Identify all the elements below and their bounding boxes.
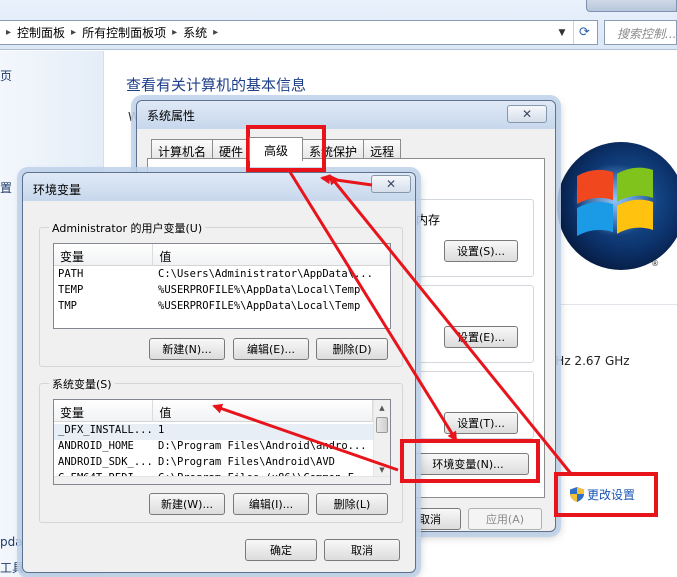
left-pane-item[interactable]: 置 bbox=[0, 179, 12, 196]
environment-variables-button[interactable]: 环境变量(N)... bbox=[407, 453, 529, 475]
left-pane-item[interactable]: 页 bbox=[0, 67, 12, 84]
variable-name: TEMP bbox=[58, 284, 84, 296]
envvars-cancel-button[interactable]: 取消 bbox=[324, 539, 400, 561]
variable-value: C:\Users\Administrator\AppData\... bbox=[158, 268, 373, 280]
breadcrumb-control-panel[interactable]: 控制面板 bbox=[13, 24, 69, 41]
cpu-speed-text: GHz 2.67 GHz bbox=[546, 354, 630, 368]
left-pane-item[interactable]: 工具 bbox=[0, 559, 24, 576]
dialog-title: 环境变量 bbox=[33, 183, 82, 197]
startup-settings-button[interactable]: 设置(T)... bbox=[444, 412, 518, 434]
variable-name: PATH bbox=[58, 268, 84, 280]
user-edit-button[interactable]: 编辑(E)... bbox=[233, 338, 309, 360]
table-row[interactable]: _DFX_INSTALL... 1 bbox=[54, 424, 375, 440]
dialog-title-bar[interactable] bbox=[23, 173, 415, 201]
variable-value: D:\Program Files\Android\andro... bbox=[158, 440, 367, 452]
tab-computer-name[interactable]: 计算机名 bbox=[151, 139, 214, 160]
apply-button[interactable]: 应用(A) bbox=[468, 508, 542, 530]
table-row[interactable]: PATH C:\Users\Administrator\AppData\... bbox=[54, 268, 386, 284]
user-variables-legend: Administrator 的用户变量(U) bbox=[49, 220, 206, 236]
breadcrumb-all-items[interactable]: 所有控制面板项 bbox=[78, 24, 170, 41]
breadcrumb-arrow-icon[interactable]: ▸ bbox=[4, 27, 13, 38]
divider bbox=[546, 304, 677, 305]
horizontal-scrollbar[interactable] bbox=[54, 476, 390, 484]
tab-strip: 计算机名 硬件 高级 系统保护 远程 bbox=[151, 137, 402, 161]
environment-variables-dialog: 环境变量 ✕ Administrator 的用户变量(U) 变量 值 PATH … bbox=[22, 172, 416, 573]
table-row[interactable]: TEMP %USERPROFILE%\AppData\Local\Temp bbox=[54, 284, 386, 300]
system-new-button[interactable]: 新建(W)... bbox=[149, 493, 225, 515]
svg-text:®: ® bbox=[651, 259, 659, 268]
scroll-thumb[interactable] bbox=[376, 417, 388, 433]
change-settings-label: 更改设置 bbox=[587, 488, 636, 502]
system-variables-list[interactable]: 变量 值 _DFX_INSTALL... 1 ANDROID_HOME D:\P… bbox=[53, 399, 391, 485]
performance-settings-button[interactable]: 设置(S)... bbox=[444, 240, 518, 262]
vertical-scrollbar[interactable]: ▲ ▼ bbox=[373, 400, 390, 478]
close-icon[interactable]: ✕ bbox=[371, 175, 411, 193]
system-variables-legend: 系统变量(S) bbox=[49, 376, 115, 392]
list-header: 变量 值 bbox=[54, 400, 373, 422]
table-row[interactable]: ANDROID_SDK_... D:\Program Files\Android… bbox=[54, 456, 375, 472]
column-header-value[interactable]: 值 bbox=[153, 244, 390, 266]
table-row[interactable]: ANDROID_HOME D:\Program Files\Android\an… bbox=[54, 440, 375, 456]
table-row[interactable]: TMP %USERPROFILE%\AppData\Local\Temp bbox=[54, 300, 386, 316]
column-header-variable[interactable]: 变量 bbox=[54, 244, 154, 266]
user-variables-list[interactable]: 变量 值 PATH C:\Users\Administrator\AppData… bbox=[53, 243, 391, 329]
variable-name: ANDROID_HOME bbox=[58, 440, 134, 452]
dialog-title: 系统属性 bbox=[147, 109, 196, 123]
user-delete-button[interactable]: 删除(D) bbox=[316, 338, 388, 360]
address-bar-area: ▸ 控制面板 ▸ 所有控制面板项 ▸ 系统 ▸ ▼ ⟳ 搜索控制... bbox=[0, 0, 677, 50]
address-field[interactable]: ▸ 控制面板 ▸ 所有控制面板项 ▸ 系统 ▸ ▼ ⟳ bbox=[0, 20, 598, 45]
list-header: 变量 值 bbox=[54, 244, 390, 266]
change-settings-link[interactable]: 更改设置 bbox=[570, 486, 635, 503]
variable-value: %USERPROFILE%\AppData\Local\Temp bbox=[158, 300, 361, 312]
tab-remote[interactable]: 远程 bbox=[363, 139, 402, 160]
breadcrumb-arrow-icon[interactable]: ▸ bbox=[170, 27, 179, 38]
user-new-button[interactable]: 新建(N)... bbox=[149, 338, 225, 360]
variable-value: %USERPROFILE%\AppData\Local\Temp bbox=[158, 284, 361, 296]
variable-name: _DFX_INSTALL... bbox=[58, 424, 153, 436]
breadcrumb-system[interactable]: 系统 bbox=[179, 24, 211, 41]
window-controls[interactable] bbox=[586, 0, 677, 12]
left-pane-item[interactable]: pda bbox=[0, 535, 23, 549]
variable-name: TMP bbox=[58, 300, 77, 312]
column-header-value[interactable]: 值 bbox=[153, 400, 373, 422]
uac-shield-icon bbox=[570, 487, 584, 502]
page-title: 查看有关计算机的基本信息 bbox=[126, 76, 307, 94]
system-edit-button[interactable]: 编辑(I)... bbox=[233, 493, 309, 515]
ok-button[interactable]: 确定 bbox=[245, 539, 317, 561]
tab-system-protection[interactable]: 系统保护 bbox=[302, 139, 365, 160]
dialog-title-bar[interactable] bbox=[137, 101, 555, 129]
breadcrumb-arrow-icon[interactable]: ▸ bbox=[69, 27, 78, 38]
system-delete-button[interactable]: 删除(L) bbox=[316, 493, 388, 515]
column-header-variable[interactable]: 变量 bbox=[54, 400, 154, 422]
tab-advanced[interactable]: 高级 bbox=[249, 137, 304, 161]
user-profiles-settings-button[interactable]: 设置(E)... bbox=[444, 326, 518, 348]
memory-label: 内存 bbox=[416, 213, 441, 227]
search-input[interactable]: 搜索控制... bbox=[604, 20, 677, 45]
variable-value: 1 bbox=[158, 424, 165, 436]
breadcrumb-arrow-icon[interactable]: ▸ bbox=[211, 27, 220, 38]
refresh-icon[interactable]: ⟳ bbox=[573, 21, 595, 44]
windows-logo-icon: ® bbox=[557, 142, 677, 270]
close-icon[interactable]: ✕ bbox=[507, 105, 547, 123]
tab-hardware[interactable]: 硬件 bbox=[212, 139, 251, 160]
variable-value: D:\Program Files\Android\AVD bbox=[158, 456, 336, 468]
chevron-down-icon[interactable]: ▼ bbox=[553, 21, 571, 44]
variable-name: ANDROID_SDK_... bbox=[58, 456, 153, 468]
scroll-up-icon[interactable]: ▲ bbox=[374, 400, 390, 416]
